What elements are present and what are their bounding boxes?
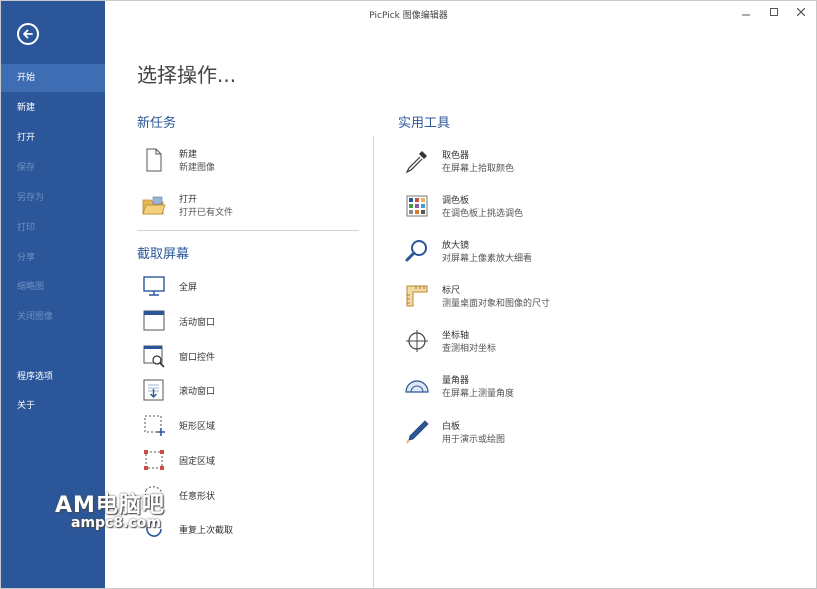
- rect-region-icon: [144, 415, 165, 436]
- capture-label: 活动窗口: [179, 318, 216, 328]
- magnifier-icon: [405, 240, 427, 262]
- close-icon: [796, 7, 806, 17]
- tool-protractor[interactable]: 量角器 在屏幕上测量角度: [404, 373, 624, 401]
- capture-label: 滚动窗口: [179, 387, 216, 397]
- tool-desc: 用于演示或绘图: [442, 435, 506, 445]
- open-folder-icon: [142, 196, 166, 215]
- capture-label: 任意形状: [179, 492, 216, 502]
- eyedropper-icon: [405, 151, 427, 174]
- section-divider: [137, 230, 359, 231]
- back-arrow-icon: [23, 29, 33, 39]
- back-button[interactable]: [17, 23, 39, 45]
- tool-label: 标尺: [442, 286, 461, 296]
- tool-palette[interactable]: 调色板 在调色板上挑选调色: [404, 193, 624, 221]
- capture-label: 固定区域: [179, 457, 216, 467]
- minimize-button[interactable]: [735, 5, 757, 23]
- app-window: 开始 新建 打开 保存 另存为 打印 分享 缩略图 关闭图像 程序选项 关于 P…: [0, 0, 817, 589]
- tool-crosshair[interactable]: 坐标轴 查测相对坐标: [404, 328, 624, 356]
- tool-desc: 测量桌面对象和图像的尺寸: [442, 299, 551, 309]
- section-title-capture: 截取屏幕: [137, 247, 190, 262]
- task-desc: 新建图像: [179, 163, 216, 173]
- sidebar-item-about[interactable]: 关于: [1, 392, 105, 420]
- task-desc: 打开已有文件: [179, 208, 234, 218]
- tool-desc: 在屏幕上拾取颜色: [442, 164, 515, 174]
- sidebar-item-thumbnails[interactable]: 缩略图: [1, 273, 105, 301]
- pen-icon: [406, 420, 429, 444]
- tool-label: 坐标轴: [442, 331, 470, 341]
- sidebar-item-start[interactable]: 开始: [1, 64, 105, 92]
- tool-whiteboard[interactable]: 白板 用于演示或绘图: [404, 419, 624, 447]
- ruler-icon: [406, 285, 428, 307]
- capture-fullscreen[interactable]: 全屏: [141, 273, 341, 299]
- sidebar-item-save-as[interactable]: 另存为: [1, 184, 105, 212]
- task-label: 打开: [179, 195, 198, 205]
- task-new-image[interactable]: 新建 新建图像: [141, 147, 341, 175]
- tool-label: 取色器: [442, 151, 470, 161]
- new-file-icon: [146, 148, 162, 172]
- capture-repeat-last[interactable]: 重复上次截取: [141, 516, 341, 542]
- sidebar-item-print[interactable]: 打印: [1, 214, 105, 242]
- tool-ruler[interactable]: 标尺 测量桌面对象和图像的尺寸: [404, 283, 624, 311]
- page-title: 选择操作...: [137, 63, 237, 87]
- section-title-new-tasks: 新任务: [137, 116, 177, 131]
- capture-freehand[interactable]: 任意形状: [141, 482, 341, 508]
- capture-label: 重复上次截取: [179, 526, 234, 536]
- tool-label: 调色板: [442, 196, 470, 206]
- section-title-tools: 实用工具: [398, 116, 451, 131]
- sidebar-item-share[interactable]: 分享: [1, 244, 105, 272]
- monitor-icon: [143, 276, 165, 296]
- column-divider: [373, 136, 374, 588]
- sidebar-item-save[interactable]: 保存: [1, 154, 105, 182]
- crosshair-icon: [406, 330, 428, 352]
- tool-desc: 在屏幕上测量角度: [442, 389, 515, 399]
- window-icon: [143, 310, 165, 331]
- capture-scroll-window[interactable]: 滚动窗口: [141, 377, 341, 403]
- capture-label: 矩形区域: [179, 422, 216, 432]
- tool-label: 白板: [442, 422, 461, 432]
- capture-label: 全屏: [179, 283, 198, 293]
- maximize-button[interactable]: [763, 5, 785, 23]
- tool-magnifier[interactable]: 放大镜 对屏幕上像素放大细看: [404, 238, 624, 266]
- capture-fixed-region[interactable]: 固定区域: [141, 447, 341, 473]
- watermark: AM电脑吧 ampc8.com: [55, 487, 165, 531]
- minimize-icon: [742, 14, 750, 16]
- tool-desc: 在调色板上挑选调色: [442, 209, 524, 219]
- maximize-icon: [770, 8, 778, 16]
- sidebar-item-options[interactable]: 程序选项: [1, 363, 105, 391]
- tool-label: 量角器: [442, 376, 470, 386]
- tool-label: 放大镜: [442, 241, 470, 251]
- sidebar-item-open[interactable]: 打开: [1, 124, 105, 152]
- capture-active-window[interactable]: 活动窗口: [141, 308, 341, 334]
- task-label: 新建: [179, 150, 198, 160]
- protractor-icon: [405, 380, 429, 393]
- sidebar-item-new[interactable]: 新建: [1, 94, 105, 122]
- capture-label: 窗口控件: [179, 353, 216, 363]
- scroll-window-icon: [143, 379, 164, 401]
- capture-rect-region[interactable]: 矩形区域: [141, 412, 341, 438]
- window-control-icon: [143, 345, 165, 368]
- palette-icon: [406, 195, 428, 217]
- close-button[interactable]: [790, 5, 812, 23]
- watermark-line2: ampc8.com: [71, 515, 161, 531]
- task-open-file[interactable]: 打开 打开已有文件: [141, 192, 341, 220]
- sidebar-item-close-image[interactable]: 关闭图像: [1, 303, 105, 331]
- capture-window-control[interactable]: 窗口控件: [141, 343, 341, 369]
- tool-color-picker[interactable]: 取色器 在屏幕上拾取颜色: [404, 148, 624, 176]
- window-title: PicPick 图像编辑器: [369, 11, 448, 21]
- tool-desc: 对屏幕上像素放大细看: [442, 254, 533, 264]
- fixed-region-icon: [144, 450, 164, 470]
- tool-desc: 查测相对坐标: [442, 344, 497, 354]
